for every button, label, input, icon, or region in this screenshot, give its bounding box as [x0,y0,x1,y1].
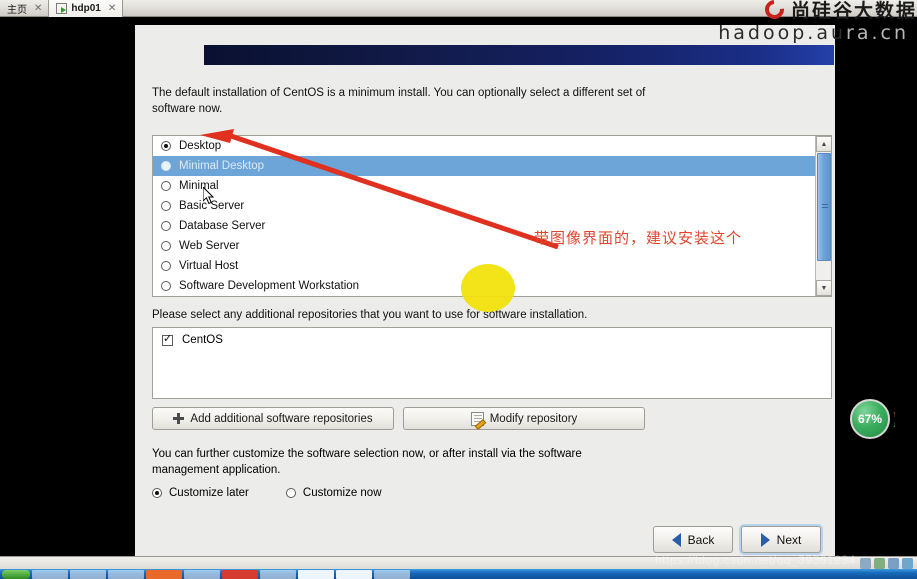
watermark-logo-text: 尚硅谷大数据 [790,0,917,22]
repository-listbox[interactable]: CentOS [152,327,832,399]
next-button[interactable]: Next [741,526,821,553]
list-item-label: Minimal Desktop [179,160,264,172]
customize-options-row: Customize later Customize now [152,487,382,499]
list-item-label: Database Server [179,220,266,232]
modify-repository-button[interactable]: Modify repository [403,407,645,430]
tab-home-close-icon[interactable]: ✕ [34,3,42,14]
taskbar-item[interactable] [32,569,68,579]
back-button-label: Back [687,532,715,547]
screen-root: 主页 ✕ hdp01 ✕ The default installation of… [0,0,917,579]
taskbar-item[interactable] [336,569,372,579]
add-repository-button-label: Add additional software repositories [190,412,373,425]
scroll-up-icon[interactable]: ▲ [816,136,831,152]
software-list-scrollbar[interactable]: ▲ ▼ [815,136,831,296]
taskbar-item[interactable] [146,569,182,579]
radio-desktop-icon[interactable] [161,141,171,151]
start-button[interactable] [2,569,30,579]
watermark-url-main: hadoop.au [718,22,847,44]
edit-document-icon [470,411,484,426]
radio-database-server-icon[interactable] [161,221,171,231]
radio-minimal-desktop-icon[interactable] [161,161,171,171]
checkbox-centos-icon[interactable] [162,333,173,346]
csdn-watermark: https://blog.csdn.net/qq_39361234 [655,553,856,567]
watermark-url-tail: ra.cn [846,22,909,44]
radio-customize-now-icon[interactable] [285,488,296,498]
modify-repository-button-label: Modify repository [489,412,578,425]
annotation-highlight-circle [461,264,515,312]
taskbar-item[interactable] [108,569,144,579]
radio-basic-server-icon[interactable] [161,201,171,211]
software-set-rows: Desktop Minimal Desktop Minimal Basic Se… [153,136,816,276]
hard-disk-icon[interactable] [860,558,871,569]
taskbar-item[interactable] [222,569,258,579]
watermark-ring-icon [761,0,788,23]
next-button-label: Next [776,532,802,547]
watermark-url: hadoop.aura.cn [718,22,909,44]
list-item-desktop[interactable]: Desktop [153,136,816,156]
taskbar-item[interactable] [374,569,410,579]
list-item-label: Minimal [179,180,219,192]
back-button[interactable]: Back [653,526,733,553]
windows-taskbar [0,569,917,579]
tab-home-label: 主页 [7,5,27,16]
taskbar-item[interactable] [184,569,220,579]
radio-customize-later-icon[interactable] [152,488,162,498]
scroll-down-icon[interactable]: ▼ [816,280,831,296]
vm-display-area: The default installation of CentOS is a … [0,17,917,564]
network-speed-badge[interactable]: 67% ↑ ↓ [850,399,897,439]
list-item-minimal[interactable]: Minimal [153,176,816,196]
list-item-basic-server[interactable]: Basic Server [153,196,816,216]
list-item-label: Desktop [179,140,222,152]
radio-web-server-icon[interactable] [161,241,171,251]
option-customize-later[interactable]: Customize later [152,487,249,499]
option-customize-now-label: Customize now [302,487,382,499]
navigation-button-row: Back Next [653,526,821,553]
list-item-label: Basic Server [179,200,245,212]
installer-banner [204,45,834,65]
badge-arrows: ↑ ↓ [892,408,897,429]
sound-icon[interactable] [902,558,913,569]
intro-text: The default installation of CentOS is a … [152,87,646,115]
list-item-label: Software Development Workstation [179,280,360,292]
tab-hdp01[interactable]: hdp01 ✕ [48,0,124,17]
option-customize-later-label: Customize later [169,487,249,499]
radio-virtual-host-icon[interactable] [161,261,171,271]
taskbar-item[interactable] [298,569,334,579]
radio-software-development-workstation-icon[interactable] [161,281,171,291]
arrow-left-icon [671,532,681,547]
watermark-logo: 尚硅谷大数据 [637,0,917,23]
badge-percent-circle: 67% [850,399,890,439]
tab-home[interactable]: 主页 ✕ [0,0,48,17]
upload-arrow-icon: ↑ [892,408,897,419]
usb-icon[interactable] [888,558,899,569]
scrollbar-thumb[interactable] [817,153,831,261]
radio-minimal-icon[interactable] [161,181,171,191]
arrow-right-icon [760,532,770,547]
annotation-chinese-note: 带图像界面的，建议安装这个 [534,229,743,247]
tab-hdp01-label: hdp01 [71,3,101,14]
repository-section-label: Please select any additional repositorie… [152,309,588,321]
option-customize-now[interactable]: Customize now [285,487,382,499]
plus-icon [173,413,185,424]
tab-hdp01-close-icon[interactable]: ✕ [108,3,116,14]
list-item-label: Web Server [179,240,240,252]
repository-button-row: Add additional software repositories Mod… [152,407,832,430]
network-icon[interactable] [874,558,885,569]
repository-item-centos[interactable]: CentOS [153,328,831,346]
customize-note: You can further customize the software s… [152,448,582,476]
add-repository-button[interactable]: Add additional software repositories [152,407,394,430]
download-arrow-icon: ↓ [892,418,897,429]
status-bar-icons [860,558,913,569]
taskbar-item[interactable] [70,569,106,579]
repository-item-label: CentOS [182,334,223,346]
vm-power-icon [56,3,68,14]
taskbar-item[interactable] [260,569,296,579]
list-item-label: Virtual Host [179,260,239,272]
list-item-minimal-desktop[interactable]: Minimal Desktop [153,156,816,176]
